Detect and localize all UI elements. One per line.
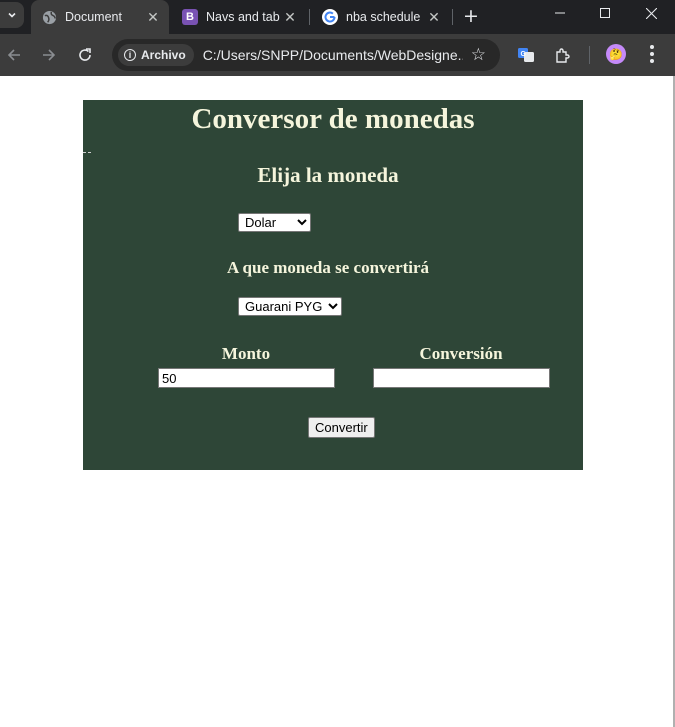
target-currency-heading: A que moneda se convertirá bbox=[226, 258, 430, 277]
close-tab-icon[interactable]: ✕ bbox=[282, 9, 298, 25]
to-currency-select[interactable]: Guarani PYG bbox=[238, 297, 342, 316]
tab-title: Navs and tab bbox=[206, 10, 280, 24]
conversion-label: Conversión bbox=[419, 344, 503, 363]
tab-search-button[interactable] bbox=[0, 2, 24, 28]
convert-button[interactable]: Convertir bbox=[308, 417, 375, 438]
site-info-label: Archivo bbox=[141, 48, 186, 62]
divider bbox=[83, 152, 91, 154]
reload-icon[interactable] bbox=[71, 41, 99, 69]
page-viewport: Conversor de monedas Elija la moneda Dol… bbox=[0, 76, 675, 727]
chevron-down-icon bbox=[8, 12, 16, 18]
forward-arrow-icon[interactable] bbox=[35, 41, 63, 69]
tab-nba[interactable]: nba schedule ✕ bbox=[312, 0, 450, 34]
from-currency-select[interactable]: Dolar bbox=[238, 213, 311, 232]
page-title: Conversor de monedas bbox=[191, 103, 475, 135]
tab-navs[interactable]: B Navs and tab ✕ bbox=[172, 0, 306, 34]
google-icon bbox=[322, 9, 338, 25]
svg-text:G: G bbox=[521, 51, 527, 58]
conversion-output[interactable] bbox=[373, 368, 550, 388]
tab-separator bbox=[452, 9, 453, 25]
amount-input[interactable] bbox=[158, 368, 335, 388]
tab-separator bbox=[309, 9, 310, 25]
extensions-puzzle-icon[interactable] bbox=[551, 44, 573, 66]
profile-avatar[interactable]: 🤔 bbox=[606, 44, 626, 64]
kebab-menu-icon[interactable] bbox=[644, 43, 660, 65]
converter-panel: Conversor de monedas Elija la moneda Dol… bbox=[83, 100, 583, 470]
toolbar-separator bbox=[589, 46, 590, 64]
tab-strip: Document ✕ B Navs and tab ✕ nba schedule… bbox=[0, 0, 675, 34]
address-bar[interactable]: i Archivo C:/Users/SNPP/Documents/WebDes… bbox=[112, 39, 500, 71]
tab-title: nba schedule bbox=[346, 10, 421, 24]
back-arrow-icon[interactable] bbox=[0, 41, 28, 69]
browser-toolbar: i Archivo C:/Users/SNPP/Documents/WebDes… bbox=[0, 34, 675, 76]
amount-label: Monto bbox=[221, 344, 271, 363]
close-tab-icon[interactable]: ✕ bbox=[145, 9, 161, 25]
translate-icon[interactable]: G bbox=[515, 44, 537, 66]
bookmark-star-icon[interactable]: ☆ bbox=[471, 45, 486, 65]
bootstrap-icon: B bbox=[182, 9, 198, 25]
tab-title: Document bbox=[65, 10, 122, 24]
tab-document[interactable]: Document ✕ bbox=[31, 0, 169, 34]
close-window-icon[interactable] bbox=[628, 0, 674, 26]
close-tab-icon[interactable]: ✕ bbox=[426, 9, 442, 25]
site-info-chip[interactable]: i Archivo bbox=[118, 44, 194, 66]
new-tab-plus-icon[interactable]: + bbox=[458, 3, 484, 29]
maximize-icon[interactable] bbox=[582, 0, 628, 26]
globe-icon bbox=[41, 9, 57, 25]
info-icon: i bbox=[124, 49, 136, 61]
minimize-icon[interactable] bbox=[537, 0, 583, 26]
choose-currency-heading: Elija la moneda bbox=[257, 163, 399, 187]
url-text: C:/Users/SNPP/Documents/WebDesigne... bbox=[202, 47, 463, 63]
